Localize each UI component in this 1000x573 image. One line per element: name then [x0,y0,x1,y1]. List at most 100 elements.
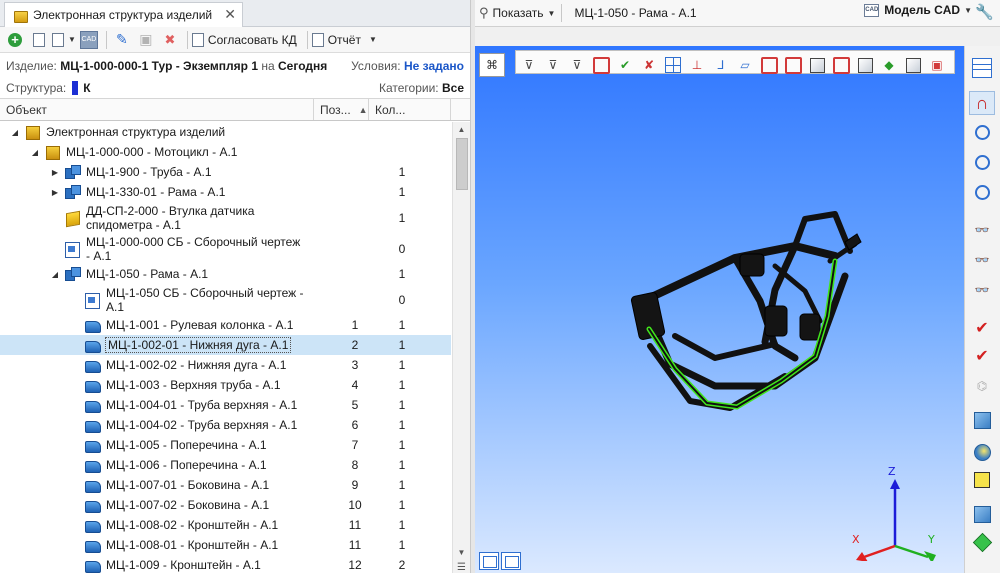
tree-row[interactable]: МЦ-1-006 - Поперечина - А.1 8 1 [0,455,451,475]
collapse-icon[interactable]: ◢ [30,148,40,157]
collapse-icon[interactable]: ◢ [10,128,20,137]
cad-toggle-button[interactable]: CAD [78,29,100,51]
date-value[interactable]: Сегодня [278,59,327,73]
filter-add-icon[interactable]: ⊽ [542,54,564,76]
plane-icon[interactable]: ▱ [734,54,756,76]
column-quantity[interactable]: Кол... [369,99,451,120]
double-check-icon[interactable]: ✔ [969,344,995,368]
scroll-thumb[interactable] [456,138,468,190]
column-object[interactable]: Объект [0,99,314,120]
scroll-down-icon[interactable]: ▼ [453,545,470,561]
yellow-square-icon[interactable] [969,468,995,492]
product-value[interactable]: МЦ-1-000-000-1 Тур - Экземпляр 1 [60,59,258,73]
column-position[interactable]: Поз... ▲ [314,99,369,120]
tree-row[interactable]: МЦ-1-001 - Рулевая колонка - А.1 1 1 [0,315,451,335]
drawing-icon [84,292,100,309]
tree-row[interactable]: ▶ МЦ-1-900 - Труба - А.1 1 [0,162,451,182]
clear-filter-icon[interactable]: ✘ [638,54,660,76]
approve-kd-button[interactable]: Согласовать КД [191,29,301,51]
tab-title: Электронная структура изделий [33,8,213,22]
part-filter-icon[interactable] [969,502,995,526]
tree-row[interactable]: ДД-СП-2-000 - Втулка датчика спидометра … [0,202,451,233]
tree-row[interactable]: МЦ-1-007-02 - Боковина - А.1 10 1 [0,495,451,515]
edit-button[interactable]: ✎ [111,29,133,51]
categories-value[interactable]: Все [442,81,464,95]
wrench-icon[interactable]: 🔧 [975,3,994,21]
explode-icon[interactable] [902,54,924,76]
box-view-icon[interactable] [969,408,995,432]
glasses-hide-icon[interactable]: 👓 [969,218,995,242]
tree-row-quantity: 1 [398,378,406,392]
axis-triad-icon [856,479,936,563]
expand-icon[interactable]: ▶ [50,168,60,177]
cut-icon[interactable] [830,54,852,76]
show-button[interactable]: ⚲ Показать ▼ [479,2,555,24]
transparency-icon[interactable]: ⌬ [969,374,995,398]
tree-row[interactable]: МЦ-1-007-01 - Боковина - А.1 9 1 [0,475,451,495]
tab-structure[interactable]: Электронная структура изделий ✕ [4,2,243,27]
collapse-icon[interactable]: ◢ [50,270,60,279]
tree-row[interactable]: МЦ-1-002-01 - Нижняя дуга - А.1 2 1 [0,335,451,355]
column-menu-icon[interactable]: ☰ [453,562,470,573]
section-box-icon[interactable] [782,54,804,76]
shapes-icon[interactable]: ◆ [878,54,900,76]
tree-row[interactable]: МЦ-1-008-02 - Кронштейн - А.1 11 1 [0,515,451,535]
scroll-up-icon[interactable]: ▲ [453,122,470,138]
glasses-icon[interactable]: 👓 [969,278,995,302]
structure-tree[interactable]: ◢ Электронная структура изделий ◢ МЦ-1-000-… [0,122,451,573]
view-mode-button[interactable]: ▼ [52,29,76,51]
check-filter-icon[interactable]: ✔ [614,54,636,76]
tree-row[interactable]: ◢ Электронная структура изделий [0,122,451,142]
tree-row[interactable]: МЦ-1-005 - Поперечина - А.1 7 1 [0,435,451,455]
glasses-show-icon[interactable]: 👓 [969,248,995,272]
selection-box-icon[interactable] [590,54,612,76]
grid-icon[interactable] [662,54,684,76]
cad-model-dropdown[interactable]: CAD Модель CAD ▼ [864,3,972,17]
structure-value[interactable]: К [83,81,90,95]
cube-front-icon[interactable] [806,54,828,76]
tree-row[interactable]: МЦ-1-004-01 - Труба верхняя - А.1 5 1 [0,395,451,415]
zoom-in-icon[interactable] [969,150,995,174]
tree-row[interactable]: МЦ-1-050 СБ - Сборочный чертеж - А.1 0 [0,284,451,315]
section-icon[interactable] [758,54,780,76]
tree-row-quantity: 1 [398,478,406,492]
tree-row[interactable]: МЦ-1-008-01 - Кронштейн - А.1 11 1 [0,535,451,555]
filter-icon[interactable]: ⊽ [518,54,540,76]
copy-button[interactable] [28,29,50,51]
add-button[interactable]: + [4,29,26,51]
magnet-icon[interactable]: ∩ [969,91,995,115]
close-icon[interactable]: ✕ [224,6,236,23]
conditions-value[interactable]: Не задано [404,59,464,73]
layout-icon[interactable] [969,56,995,80]
tree-row[interactable]: ◢ МЦ-1-000-000 - Мотоцикл - А.1 [0,142,451,162]
check-cube-icon[interactable]: ✔ [969,316,995,340]
zoom-fit-icon[interactable] [969,180,995,204]
viewer-panel: ⚲ Показать ▼ МЦ-1-050 - Рама - А.1 CAD М… [475,0,1000,573]
tree-scrollbar[interactable]: ▲ ▼ ☰ [452,122,470,573]
axes-xyz-icon[interactable]: ⅃ [710,54,732,76]
tree-row[interactable]: ▶ МЦ-1-330-01 - Рама - А.1 1 [0,182,451,202]
tree-row[interactable]: МЦ-1-002-02 - Нижняя дуга - А.1 3 1 [0,355,451,375]
zoom-icon[interactable] [969,120,995,144]
cad-viewport[interactable]: Z X Y [475,46,964,573]
save-button[interactable]: ▣ [135,29,157,51]
expand-icon[interactable]: ▶ [50,188,60,197]
delete-button[interactable]: ✖ [159,29,181,51]
axes-xy-icon[interactable]: ⊥ [686,54,708,76]
globe-icon[interactable] [969,440,995,464]
report-icon [311,32,324,47]
model-tree-button[interactable]: ⌘ [479,53,505,77]
green-cube-icon[interactable] [969,530,995,554]
tree-row[interactable]: МЦ-1-003 - Верхняя труба - А.1 4 1 [0,375,451,395]
tree-row-position: 8 [351,458,359,472]
tree-row[interactable]: МЦ-1-009 - Кронштейн - А.1 12 2 [0,555,451,573]
cube-iso-icon[interactable] [854,54,876,76]
tree-row[interactable]: МЦ-1-000-000 СБ - Сборочный чертеж - А.1… [0,233,451,264]
color-icon[interactable]: ▣ [926,54,948,76]
split-view-button[interactable] [501,552,521,570]
tree-row[interactable]: ◢ МЦ-1-050 - Рама - А.1 1 [0,264,451,284]
filter-list-icon[interactable]: ⊽ [566,54,588,76]
single-view-button[interactable] [479,552,499,570]
report-button[interactable]: Отчёт ▼ [311,29,377,51]
tree-row[interactable]: МЦ-1-004-02 - Труба верхняя - А.1 6 1 [0,415,451,435]
